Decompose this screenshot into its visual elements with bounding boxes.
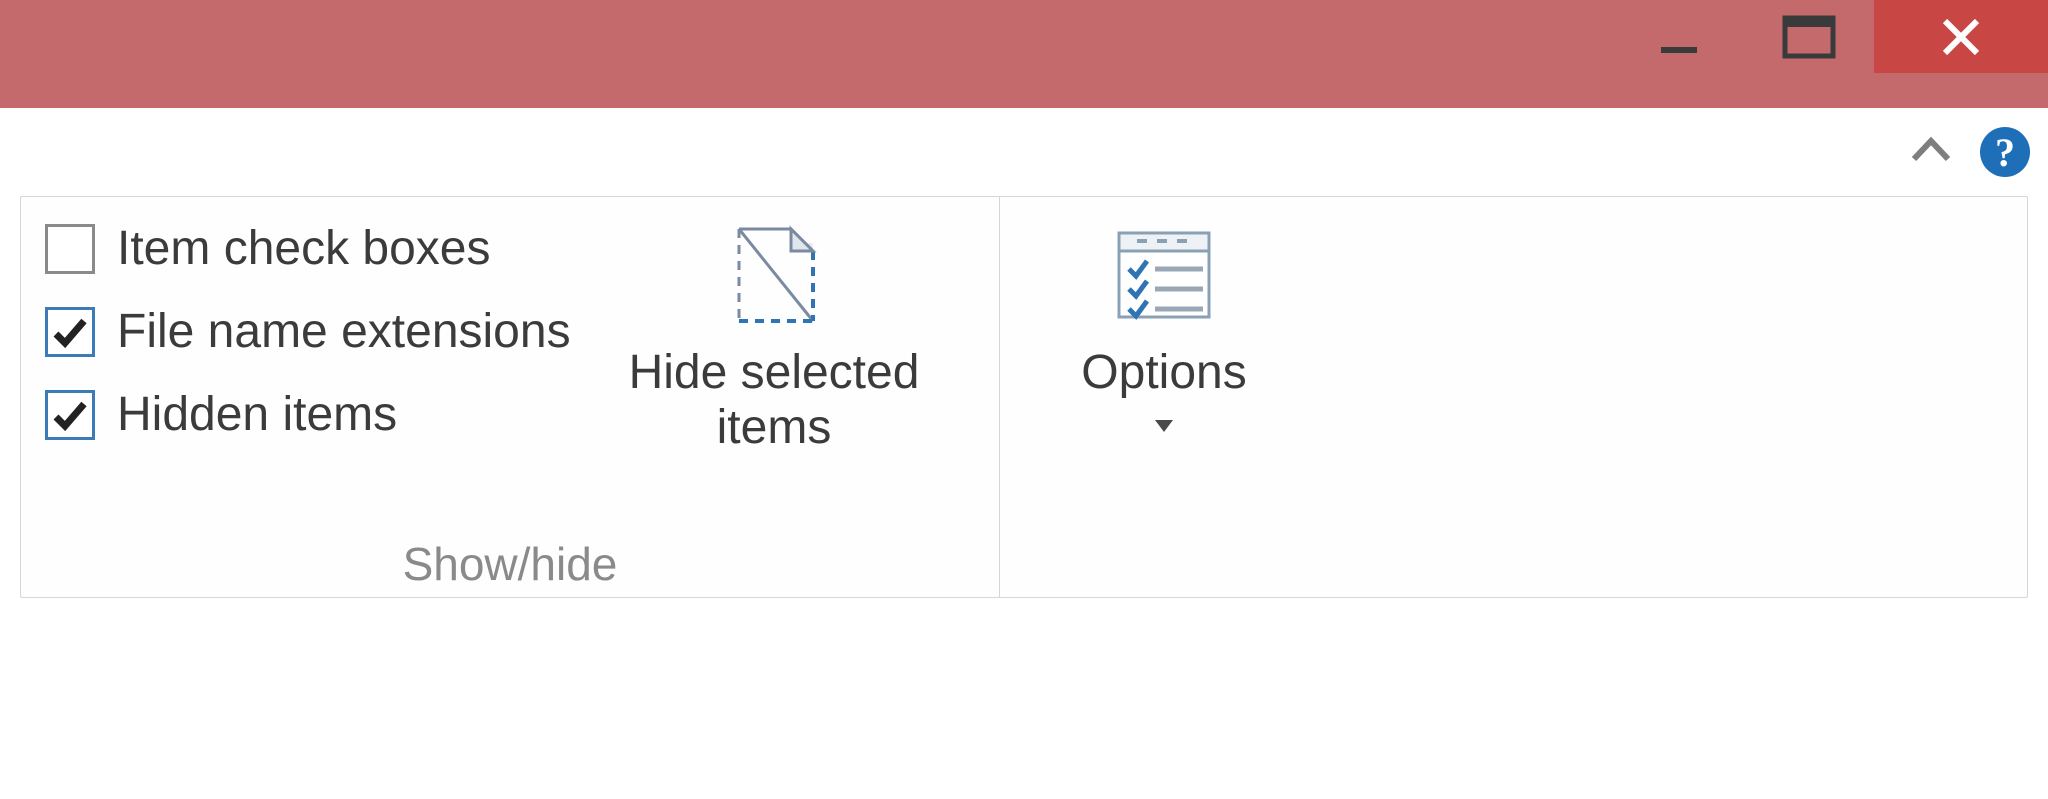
checkmark-icon [52,314,88,350]
minimize-icon [1655,13,1703,61]
button-label-line2: items [629,400,920,455]
options-button[interactable]: Options [1063,213,1264,432]
help-icon: ? [1995,129,2015,176]
help-button[interactable]: ? [1980,127,2030,177]
close-icon [1941,17,1981,57]
checkbox-icon [45,390,95,440]
checkbox-hidden-items[interactable]: Hidden items [45,387,571,442]
checkbox-icon [45,307,95,357]
ribbon-group-options: Options [999,197,1328,597]
dropdown-caret-icon [1155,420,1173,432]
titlebar [0,0,2048,108]
ribbon-collapse-button[interactable] [1908,127,1954,178]
chevron-up-icon [1908,127,1954,173]
checkbox-file-name-extensions[interactable]: File name extensions [45,304,571,359]
checkmark-icon [52,397,88,433]
checkbox-item-check-boxes[interactable]: Item check boxes [45,221,571,276]
options-icon [1109,221,1219,331]
ribbon: Item check boxes File name extensions [20,196,2028,598]
maximize-button[interactable] [1744,0,1874,73]
document-hidden-icon [719,221,829,331]
maximize-icon [1782,15,1836,59]
button-label-line1: Hide selected [629,345,920,400]
ribbon-group-label: Show/hide [21,537,999,591]
ribbon-group-show-hide: Item check boxes File name extensions [21,197,999,597]
button-label: Options [1081,345,1246,400]
minimize-button[interactable] [1614,0,1744,73]
close-button[interactable] [1874,0,2048,73]
checkbox-label: Item check boxes [117,221,491,276]
checkbox-icon [45,224,95,274]
ribbon-substrip: ? [0,108,2048,196]
checkbox-label: Hidden items [117,387,397,442]
checkbox-label: File name extensions [117,304,571,359]
hide-selected-items-button[interactable]: Hide selected items [611,213,938,455]
